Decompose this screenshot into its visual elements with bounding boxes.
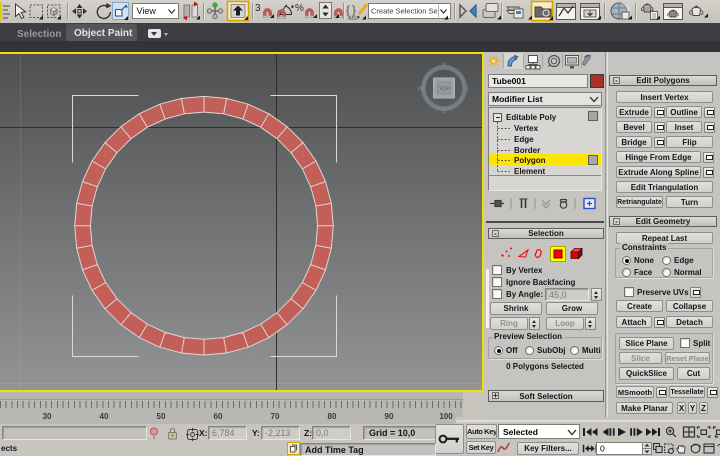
svg-text:S: S (442, 108, 447, 115)
svg-text:3: 3 (255, 3, 261, 14)
svg-text:%: % (295, 3, 304, 14)
svg-text:E: E (465, 86, 470, 93)
svg-text:N: N (442, 62, 447, 69)
svg-text:Create Selection Se: Create Selection Se (371, 7, 438, 16)
svg-text:ABC: ABC (348, 16, 359, 22)
svg-text:W: W (417, 86, 424, 93)
svg-text:TOP: TOP (439, 87, 450, 93)
svg-text:View: View (137, 6, 157, 16)
svg-text:}: } (352, 3, 356, 17)
svg-text:0: 0 (600, 444, 605, 454)
svg-text:{: { (346, 3, 350, 17)
